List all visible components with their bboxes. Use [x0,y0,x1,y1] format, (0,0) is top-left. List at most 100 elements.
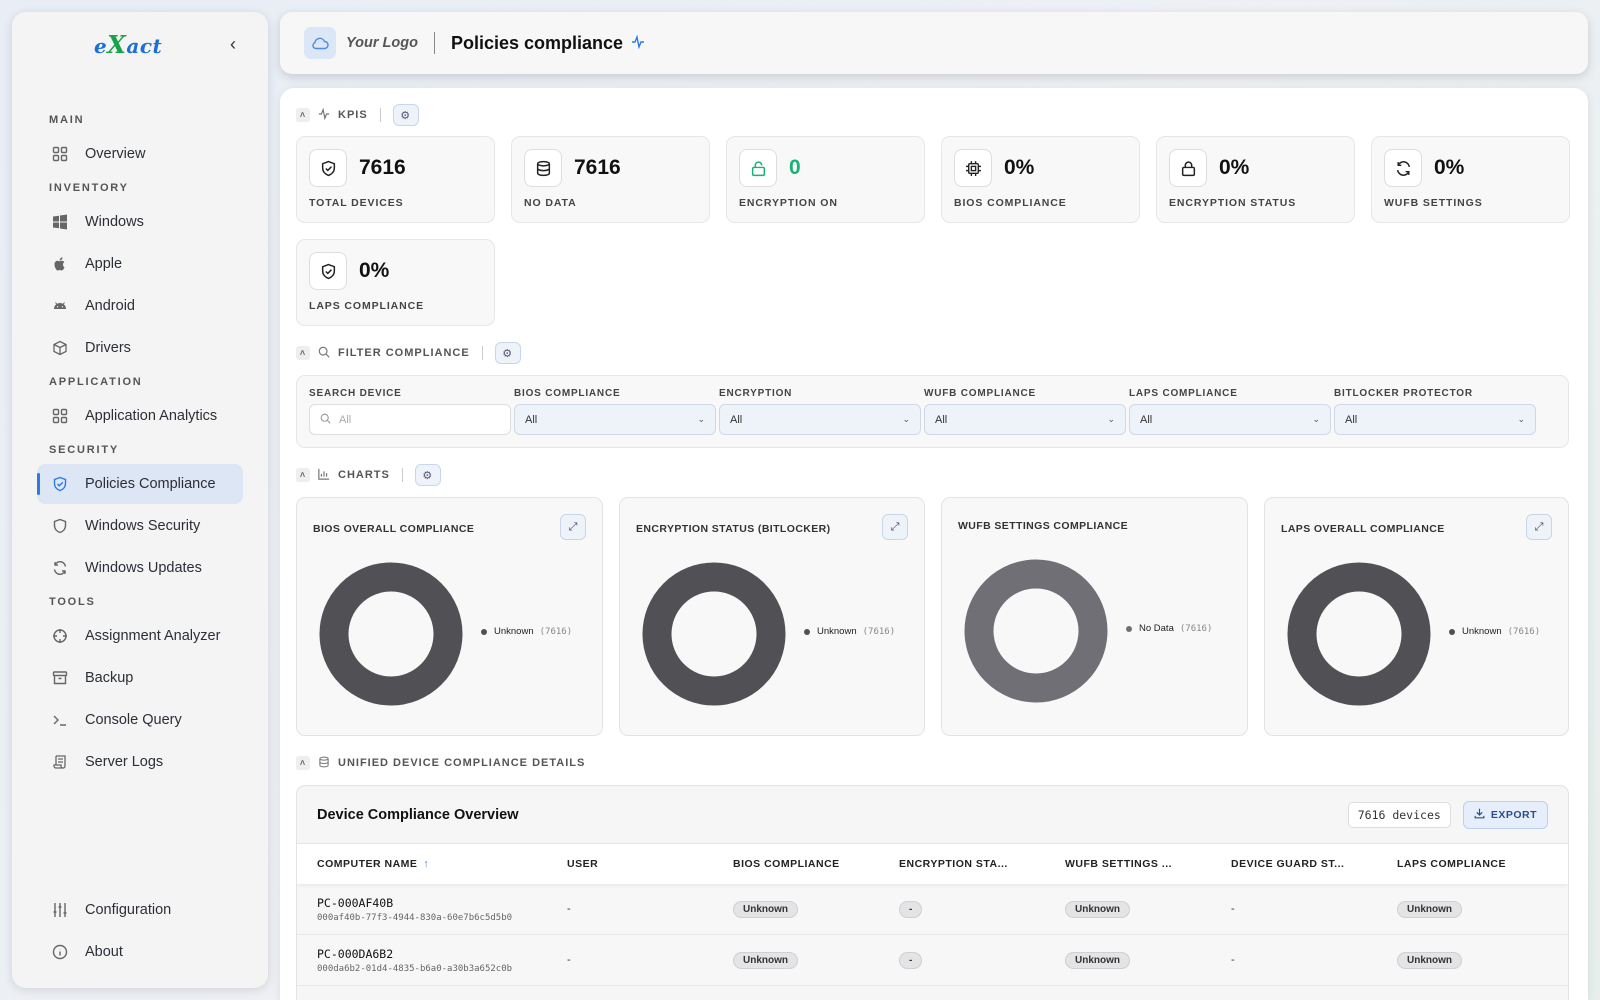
cell-bios: Unknown [713,900,879,918]
legend-label: No Data [1139,623,1174,634]
kpi-label: WUFB SETTINGS [1384,197,1483,209]
donut-slice-no-data[interactable] [964,559,1108,703]
column-header-user[interactable]: USER [547,858,713,870]
kpi-card-encryption-on: 0 ENCRYPTION ON [726,136,925,223]
collapse-chevron-icon[interactable]: ˄ [296,468,310,482]
sidebar-item-backup[interactable]: Backup [37,658,243,698]
filter-laps-compliance: LAPS COMPLIANCE All ⌄ [1129,388,1331,435]
kpi-card-no-data: 7616 NO DATA [511,136,710,223]
column-header-laps-compliance[interactable]: LAPS COMPLIANCE [1377,858,1543,870]
filter-wufb-compliance: WUFB COMPLIANCE All ⌄ [924,388,1126,435]
donut-chart [1287,562,1431,706]
table-card-header: Device Compliance Overview 7616 devices … [297,786,1568,844]
laps-compliance-select[interactable]: All ⌄ [1129,404,1331,435]
sidebar-item-label: Windows Security [85,518,201,534]
chart-title: WUFB SETTINGS COMPLIANCE [958,520,1129,532]
expand-icon[interactable]: ⤢ [1526,514,1552,540]
shield-check-icon [309,149,347,187]
column-header-encryption-status[interactable]: ENCRYPTION STA... [879,858,1045,870]
sidebar-item-android[interactable]: Android [37,286,243,326]
table-row[interactable]: PC-000AF40B 000af40b-77f3-4944-830a-60e7… [297,884,1568,935]
select-value: All [525,413,538,426]
bios-compliance-select[interactable]: All ⌄ [514,404,716,435]
sort-ascending-icon[interactable]: ↑ [423,858,429,870]
column-header-bios-compliance[interactable]: BIOS COMPLIANCE [713,858,879,870]
expand-icon[interactable]: ⤢ [560,514,586,540]
shield-icon [49,515,71,537]
sidebar-item-apple[interactable]: Apple [37,244,243,284]
kpi-label: ENCRYPTION ON [739,197,838,209]
encryption-select[interactable]: All ⌄ [719,404,921,435]
sidebar-item-windows[interactable]: Windows [37,202,243,242]
column-header-computer-name[interactable]: COMPUTER NAME ↑ [297,858,547,870]
sidebar-item-label: Drivers [85,340,131,356]
terminal-icon [49,709,71,731]
charts-section-header: ˄ CHARTS ⚙ [296,464,441,486]
unlock-icon [739,149,777,187]
sidebar-item-policies-compliance[interactable]: Policies Compliance [37,464,243,504]
device-count-badge: 7616 devices [1347,801,1451,828]
kpi-value: 0% [1434,156,1465,179]
donut-slice-unknown[interactable] [1287,562,1431,706]
sidebar-item-label: Server Logs [85,754,164,770]
sidebar-item-console-query[interactable]: Console Query [37,700,243,740]
expand-icon[interactable]: ⤢ [882,514,908,540]
chevron-down-icon: ⌄ [1312,414,1320,424]
chevron-down-icon: ⌄ [697,414,705,424]
sidebar-item-about[interactable]: About [37,932,243,972]
gear-icon[interactable]: ⚙ [392,104,419,126]
sliders-icon [49,899,71,921]
legend-label: Unknown [817,626,857,637]
info-icon [49,941,71,963]
search-input[interactable]: All [309,404,511,435]
bitlocker-protector-select[interactable]: All ⌄ [1334,404,1536,435]
column-header-wufb-settings[interactable]: WUFB SETTINGS ... [1045,858,1211,870]
legend-dot [1449,628,1455,635]
sidebar-item-windows-security[interactable]: Windows Security [37,506,243,546]
select-value: All [730,413,743,426]
search-icon [320,413,331,427]
collapse-chevron-icon[interactable]: ˄ [296,346,310,360]
divider [401,468,403,482]
sidebar-item-label: About [85,944,123,960]
collapse-sidebar-icon[interactable]: ‹ [230,34,236,55]
gear-icon[interactable]: ⚙ [494,342,521,364]
sidebar-item-windows-updates[interactable]: Windows Updates [37,548,243,588]
android-icon [49,295,71,317]
export-button[interactable]: EXPORT [1462,800,1548,829]
cell-laps: Unknown [1377,900,1543,918]
bar-chart-icon [318,468,330,483]
chevron-down-icon: ⌄ [902,414,910,424]
table-row[interactable]: PC-000DA6B2 000da6b2-01d4-4835-b6a0-a30b… [297,935,1568,986]
sidebar-item-assignment-analyzer[interactable]: Assignment Analyzer [37,616,243,656]
filter-label: WUFB COMPLIANCE [924,388,1036,399]
filter-panel: SEARCH DEVICE All BIOS COMPLIANCE All ⌄ E… [296,375,1569,448]
computer-name: PC-000AF40B [317,895,394,910]
device-id: 000af40b-77f3-4944-830a-60e7b6c5d5b0 [317,912,513,923]
column-header-device-guard[interactable]: DEVICE GUARD ST... [1211,858,1377,870]
archive-icon [49,667,71,689]
donut-chart [319,562,463,706]
donut-slice-unknown[interactable] [642,562,786,706]
kpi-card-wufb-settings: 0% WUFB SETTINGS [1371,136,1570,223]
sidebar-item-server-logs[interactable]: Server Logs [37,742,243,782]
sidebar-item-application-analytics[interactable]: Application Analytics [37,396,243,436]
collapse-chevron-icon[interactable]: ˄ [296,108,310,122]
section-label-main: MAIN [49,114,85,126]
filter-label: SEARCH DEVICE [309,388,402,399]
gear-icon[interactable]: ⚙ [414,464,441,486]
cell-device-guard: - [1231,954,1235,966]
collapse-chevron-icon[interactable]: ˄ [296,756,310,770]
legend-label: Unknown [494,626,534,637]
donut-slice-unknown[interactable] [319,562,463,706]
sidebar-item-configuration[interactable]: Configuration [37,890,243,930]
activity-icon [318,107,330,123]
device-compliance-table-card: Device Compliance Overview 7616 devices … [296,785,1569,1000]
filter-section-header: ˄ FILTER COMPLIANCE ⚙ [296,342,521,364]
chart-title: LAPS OVERALL COMPLIANCE [1281,523,1445,535]
sidebar-item-label: Assignment Analyzer [85,628,221,644]
cell-device-guard: - [1231,903,1235,915]
sidebar-item-drivers[interactable]: Drivers [37,328,243,368]
wufb-compliance-select[interactable]: All ⌄ [924,404,1126,435]
sidebar-item-overview[interactable]: Overview [37,134,243,174]
